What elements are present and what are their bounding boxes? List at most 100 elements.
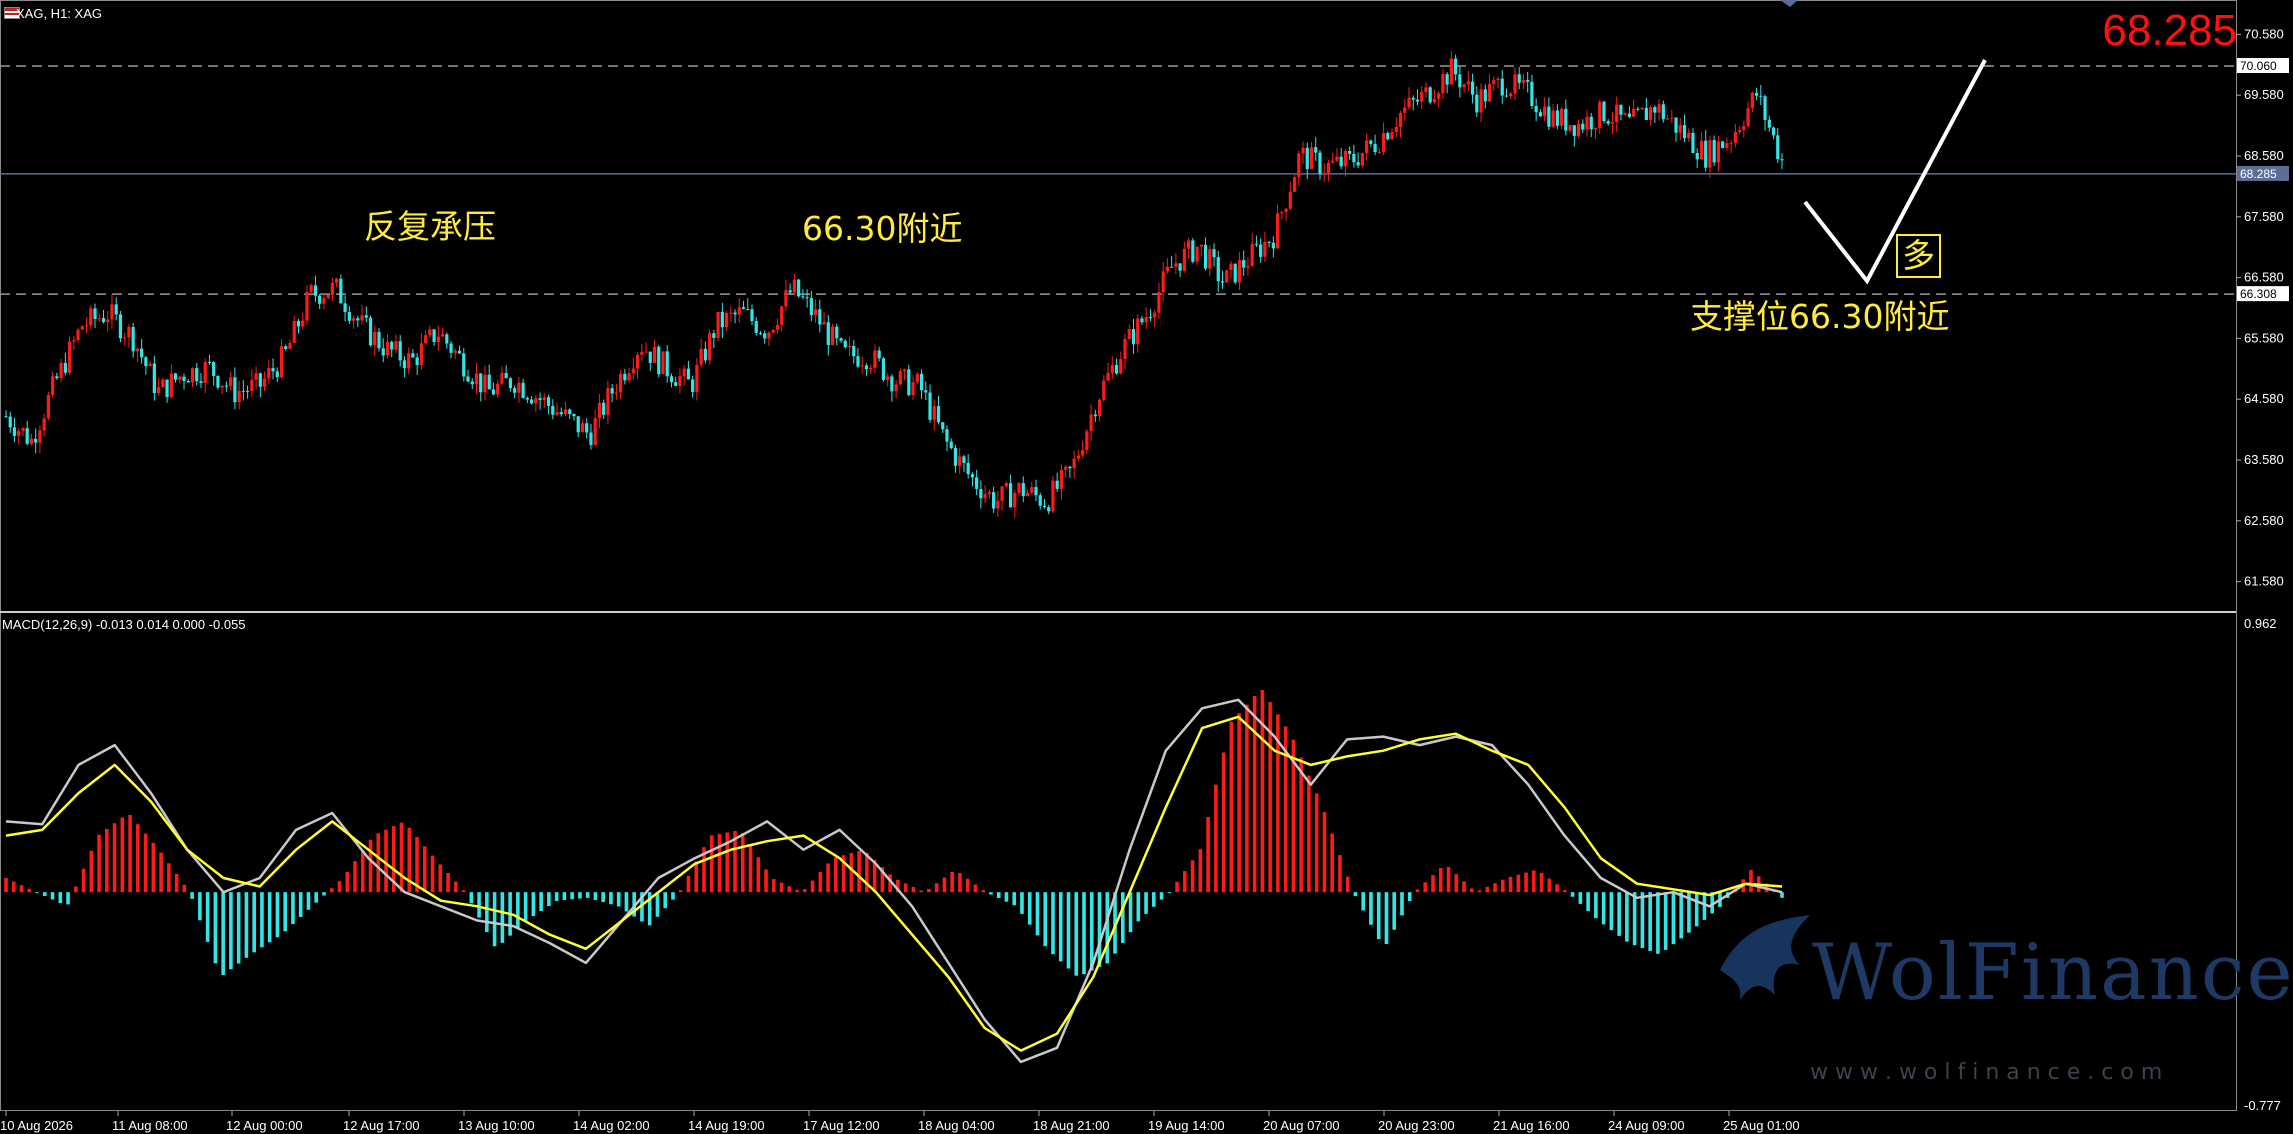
candle-body	[195, 368, 199, 382]
candle-body	[1097, 399, 1102, 417]
candle-body	[182, 376, 186, 381]
candle-body	[123, 337, 127, 339]
candle-body	[1254, 243, 1259, 245]
candle-body	[34, 438, 38, 443]
candle-body	[1420, 92, 1424, 102]
candle-body	[1259, 244, 1263, 257]
macd-histogram-bar	[1322, 812, 1327, 893]
candle-body	[241, 390, 245, 392]
macd-histogram-bar	[996, 892, 1001, 899]
macd-histogram-bar	[1749, 870, 1753, 893]
macd-histogram-bar	[655, 892, 660, 917]
macd-histogram-bar	[1539, 872, 1544, 893]
macd-histogram-bar	[376, 833, 381, 893]
macd-histogram-bar	[1477, 890, 1482, 893]
candle-body	[424, 335, 428, 344]
macd-histogram-bar	[198, 892, 202, 921]
candle-body	[1025, 492, 1030, 497]
candle-body	[555, 412, 559, 415]
macd-histogram-bar	[1632, 892, 1637, 946]
candle-body	[1602, 101, 1606, 122]
candle-body	[924, 390, 928, 393]
macd-histogram-bar	[1338, 855, 1342, 893]
time-axis-label: 14 Aug 19:00	[688, 1118, 765, 1133]
candle-body	[212, 362, 216, 376]
price-level-label: 66.308	[2240, 287, 2277, 301]
candle-body	[436, 336, 440, 342]
candle-body	[246, 390, 250, 392]
candle-body	[674, 382, 678, 386]
candle-body	[741, 307, 746, 310]
macd-histogram-bar	[438, 864, 443, 893]
candle-body	[250, 379, 254, 392]
candle-body	[1157, 291, 1161, 313]
macd-histogram-bar	[973, 884, 978, 893]
candle-body	[309, 285, 313, 292]
candle-body	[1547, 106, 1551, 127]
candle-body	[29, 438, 34, 444]
candle-body	[322, 298, 326, 304]
candle-body	[313, 285, 318, 296]
macd-histogram-bar	[609, 892, 613, 905]
candle-body	[1695, 152, 1699, 160]
candle-body	[1653, 107, 1657, 113]
candle-body	[826, 322, 830, 345]
macd-histogram-bar	[81, 868, 86, 893]
candle-body	[356, 318, 360, 321]
candle-body	[1394, 126, 1398, 132]
candle-body	[1390, 131, 1394, 140]
candle-body	[1068, 466, 1072, 469]
macd-histogram-bar	[1524, 872, 1528, 893]
candle-body	[127, 326, 131, 338]
candle-body	[305, 291, 309, 321]
candle-body	[1538, 112, 1542, 117]
candle-body	[813, 309, 818, 316]
candle-body	[1559, 108, 1564, 126]
macd-histogram-bar	[58, 892, 63, 904]
candle-body	[445, 334, 449, 344]
candle-body	[1496, 78, 1500, 81]
candle-body	[631, 368, 635, 374]
candle-body	[695, 364, 699, 393]
candle-body	[890, 376, 894, 392]
candle-body	[945, 429, 949, 442]
time-axis-label: 12 Aug 00:00	[226, 1118, 303, 1133]
macd-histogram-bar	[771, 879, 776, 893]
candle-body	[1403, 107, 1407, 113]
candle-body	[364, 315, 368, 318]
annotation-resistance-level: 66.30附近	[802, 209, 963, 248]
macd-histogram-bar	[1586, 892, 1590, 912]
candle-body	[156, 387, 161, 394]
candle-body	[525, 397, 529, 400]
candle-body	[1598, 101, 1602, 128]
candle-body	[559, 412, 563, 415]
candle-body	[1072, 458, 1076, 469]
candle-body	[1487, 83, 1492, 102]
macd-histogram-bar	[1555, 884, 1559, 893]
macd-histogram-bar	[454, 881, 458, 893]
candle-body	[551, 405, 555, 415]
candle-body	[296, 320, 301, 327]
candle-body	[992, 492, 996, 509]
candle-body	[1140, 318, 1144, 323]
candle-body	[1284, 208, 1288, 213]
candle-body	[669, 376, 674, 383]
candle-body	[1657, 104, 1661, 113]
macd-histogram-bar	[1345, 876, 1350, 893]
candle-body	[207, 361, 212, 363]
candle-body	[919, 373, 924, 391]
candle-body	[635, 354, 640, 369]
candle-body	[1233, 263, 1237, 283]
candle-body	[398, 341, 402, 361]
candle-body	[1085, 431, 1089, 451]
candle-body	[407, 353, 411, 369]
macd-histogram-bar	[19, 885, 24, 893]
macd-histogram-bar	[252, 892, 256, 953]
candle-body	[1759, 95, 1763, 97]
macd-histogram-bar	[1438, 867, 1443, 893]
price-axis-label: 68.580	[2244, 148, 2284, 163]
candle-body	[1776, 135, 1780, 160]
candle-body	[1640, 107, 1644, 110]
macd-histogram-bar	[1012, 892, 1017, 906]
candle-body	[754, 321, 758, 333]
